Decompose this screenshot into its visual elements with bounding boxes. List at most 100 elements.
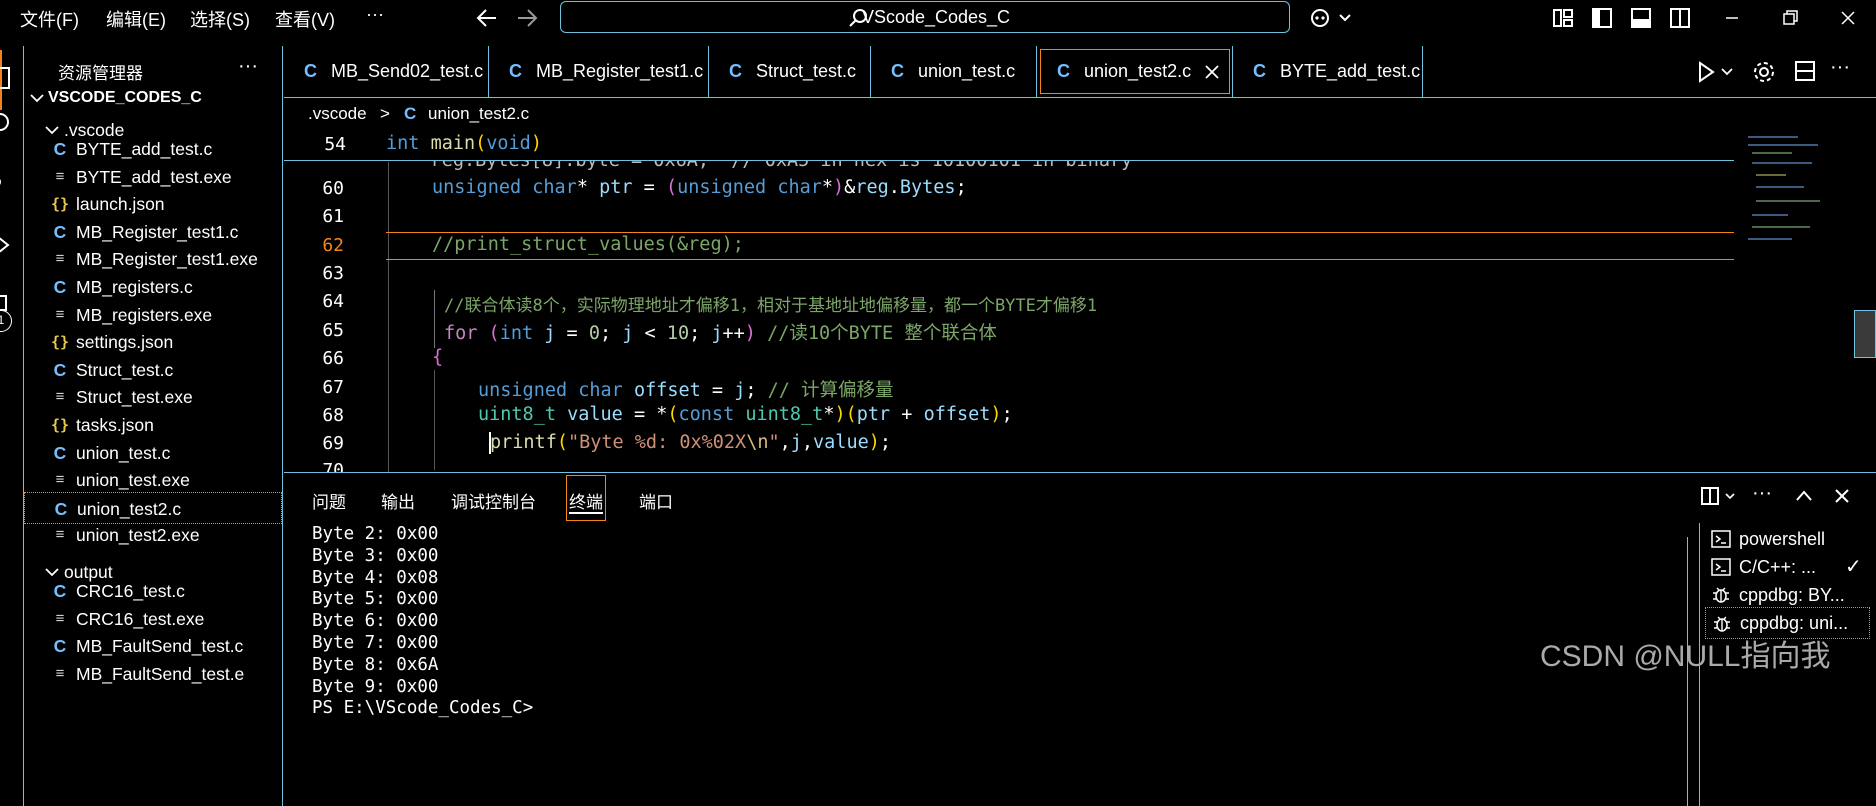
c-file-icon: C (891, 61, 904, 81)
close-window-icon[interactable] (1838, 8, 1858, 28)
c-file-icon: C (404, 104, 417, 123)
minimize-icon[interactable] (1722, 8, 1742, 28)
explorer-icon[interactable] (0, 64, 14, 94)
editor-tab[interactable]: C BYTE_add_test.c (1233, 46, 1423, 97)
code-line-67: unsigned char offset = j; // 计算偏移量 (478, 380, 894, 401)
search-view-icon[interactable] (0, 110, 14, 136)
c-file-icon: C (1253, 61, 1266, 81)
c-file-icon: C (1057, 61, 1070, 81)
workspace-root[interactable]: VSCODE_CODES_C (24, 82, 282, 114)
tab-problems[interactable]: 问题 (312, 488, 346, 513)
code-line-60: unsigned char* ptr = (unsigned char*)&re… (432, 177, 967, 198)
indent-guide (388, 162, 389, 472)
breadcrumb-separator: > (380, 104, 390, 123)
menu-edit[interactable]: 编辑(E) (106, 6, 166, 32)
toggle-panel-icon[interactable] (1630, 7, 1652, 29)
explorer-title: 资源管理器 (58, 64, 143, 83)
line-number-current: 62 (322, 235, 344, 256)
code-line-64: //联合体读8个，实际物理地址才偏移1，相对于基地址地偏移量，都一个BYTE才偏… (444, 296, 1098, 316)
tab-terminal-label: 终端 (569, 493, 603, 512)
editor-tab-label: MB_Send02_test.c (331, 61, 484, 81)
editor-more-button[interactable]: ··· (1830, 56, 1850, 79)
run-file-icon[interactable] (1696, 60, 1736, 84)
menu-view[interactable]: 查看(V) (275, 6, 335, 32)
indent-guide (434, 370, 435, 470)
code-editor[interactable]: reg.Bytes[8].byte = 0x6A; // 0xA5 in hex… (284, 130, 1876, 472)
file-item-label: MB_FaultSend_test.e (76, 663, 245, 684)
bottom-panel: 问题 输出 调试控制台 终端 端口 ··· Byte 2: 0x00 Byte 3… (284, 473, 1876, 806)
editor-tab[interactable]: C MB_Send02_test.c (284, 46, 489, 97)
tab-debug-console[interactable]: 调试控制台 (451, 488, 536, 513)
tab-ports[interactable]: 端口 (639, 488, 673, 513)
code-line-62: //print_struct_values(&reg); (432, 234, 744, 255)
customize-layout-icon[interactable] (1552, 7, 1574, 29)
code-line-68: uint8_t value = *(const uint8_t*)(ptr + … (478, 404, 1013, 425)
menu-selection[interactable]: 选择(S) (190, 6, 250, 32)
editor-tab-label: MB_Register_test1.c (536, 61, 704, 81)
menu-more[interactable]: ··· (366, 4, 384, 25)
editor-tab-label: BYTE_add_test.c (1280, 61, 1421, 81)
workspace-root-label: VSCODE_CODES_C (48, 89, 202, 106)
close-tab-icon[interactable] (1204, 64, 1220, 80)
tab-terminal[interactable]: 终端 (566, 475, 606, 521)
editor-tab-label: union_test2.c (1084, 61, 1192, 81)
activity-bar: 1 (0, 46, 24, 806)
settings-gear-icon[interactable] (1752, 60, 1776, 84)
sticky-code: int main(void) (386, 133, 542, 154)
forward-arrow-icon[interactable] (516, 8, 538, 28)
sticky-scroll[interactable]: 54 int main(void) (284, 130, 1734, 161)
copilot-icon[interactable] (1310, 6, 1352, 30)
editor-scrollbar-slider[interactable] (1854, 310, 1876, 358)
terminal-line: Byte 4: 0x08 (312, 567, 439, 588)
command-center-search[interactable]: VScode_Codes_C (560, 1, 1290, 33)
text-cursor (489, 432, 491, 454)
panel-more-button[interactable]: ··· (1752, 482, 1772, 505)
editor-tab[interactable]: C MB_Register_test1.c (489, 46, 709, 97)
c-file-icon: C (729, 61, 742, 81)
close-panel-icon[interactable] (1832, 486, 1852, 506)
restore-icon[interactable] (1780, 8, 1800, 28)
c-file-icon: C (304, 61, 317, 81)
line-number: 67 (322, 377, 344, 398)
toggle-secondary-sidebar-icon[interactable] (1669, 7, 1691, 29)
bug-icon (1713, 587, 1729, 603)
line-number: 64 (322, 291, 344, 312)
toggle-primary-sidebar-icon[interactable] (1591, 7, 1613, 29)
minimap[interactable] (1742, 130, 1852, 270)
tab-output[interactable]: 输出 (381, 488, 415, 513)
editor-tab-label: Struct_test.c (756, 61, 857, 81)
run-debug-icon[interactable] (0, 232, 14, 258)
code-line-66: { (432, 347, 444, 368)
line-number: 60 (322, 178, 344, 199)
code-line-65: for (int j = 0; j < 10; j++) //读10个BYTE … (444, 323, 997, 344)
file-item[interactable]: ≡ union_test2.exe (24, 519, 282, 551)
watermark: CSDN @NULL指向我 (1540, 640, 1831, 673)
c-file-icon: C (509, 61, 522, 81)
file-item[interactable]: ≡ MB_FaultSend_test.e (24, 658, 282, 690)
code-line-69: printf("Byte %d: 0x%02X\n",j,value); (490, 432, 892, 453)
terminal-icon (1711, 558, 1731, 576)
explorer-more-button[interactable]: ··· (238, 55, 258, 78)
exe-file-icon: ≡ (55, 526, 65, 544)
editor-tab[interactable]: Cunion_test.c (871, 46, 1037, 97)
terminal-line: Byte 6: 0x00 (312, 611, 439, 632)
editor-tab-active[interactable]: Cunion_test2.c (1037, 46, 1233, 97)
line-number: 54 (324, 134, 346, 155)
line-number: 63 (322, 263, 344, 284)
editor-tab[interactable]: C Struct_test.c (709, 46, 871, 97)
title-bar: 文件(F) 编辑(E) 选择(S) 查看(V) ··· VScode_Codes… (0, 0, 1876, 36)
breadcrumb-file[interactable]: union_test2.c (428, 104, 529, 124)
search-text: VScode_Codes_C (861, 7, 1011, 27)
split-terminal-icon[interactable] (1700, 486, 1740, 508)
terminal-icon (1711, 530, 1731, 548)
line-number: 68 (322, 405, 344, 426)
menu-file[interactable]: 文件(F) (20, 6, 79, 32)
split-editor-icon[interactable] (1794, 60, 1816, 82)
maximize-panel-icon[interactable] (1794, 487, 1814, 505)
breadcrumb-folder[interactable]: .vscode (308, 104, 367, 124)
file-item-label: union_test2.exe (76, 525, 200, 546)
breadcrumb: .vscode > C union_test2.c (284, 98, 1874, 130)
back-arrow-icon[interactable] (476, 8, 498, 28)
terminal-output[interactable]: Byte 2: 0x00 Byte 3: 0x00 Byte 4: 0x08 Byte… (284, 523, 1689, 806)
source-control-icon[interactable] (0, 170, 14, 196)
